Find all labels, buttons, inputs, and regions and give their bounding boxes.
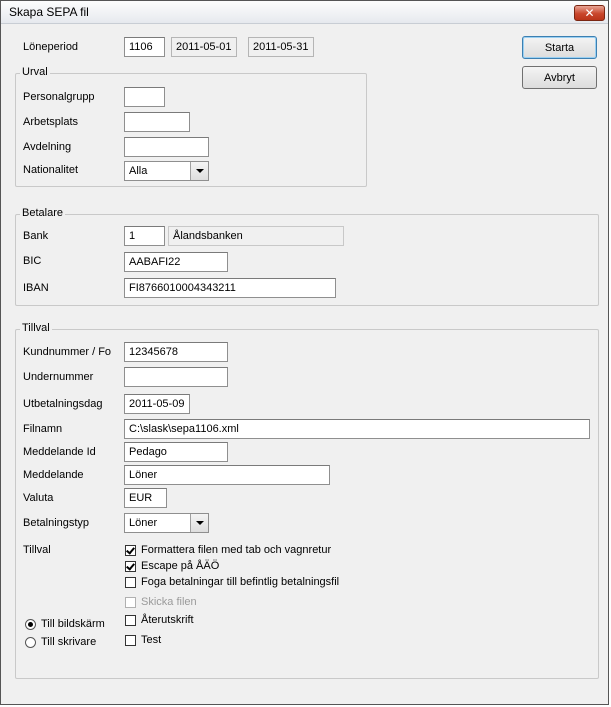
betalningstyp-select[interactable]: Löner bbox=[124, 513, 209, 533]
title-bar: Skapa SEPA fil ✕ bbox=[1, 1, 608, 24]
chevron-down-icon[interactable] bbox=[190, 162, 208, 180]
tillval-legend: Tillval bbox=[20, 322, 52, 334]
undernummer-input[interactable] bbox=[124, 367, 228, 387]
iban-label: IBAN bbox=[23, 282, 49, 294]
checkbox-test-label[interactable]: Test bbox=[141, 634, 161, 646]
personalgrupp-label: Personalgrupp bbox=[23, 91, 95, 103]
utbetalningsdag-label: Utbetalningsdag bbox=[23, 398, 103, 410]
avdelning-input[interactable] bbox=[124, 137, 209, 157]
bank-input[interactable]: 1 bbox=[124, 226, 165, 246]
checkbox-formattera-label[interactable]: Formattera filen med tab och vagnretur bbox=[141, 544, 331, 556]
loneperiod-input[interactable]: 1106 bbox=[124, 37, 165, 57]
checkbox-escape-label[interactable]: Escape på ÅÄÖ bbox=[141, 560, 219, 572]
radio-till-skrivare[interactable] bbox=[25, 637, 36, 648]
meddelande-id-label: Meddelande Id bbox=[23, 446, 96, 458]
start-button[interactable]: Starta bbox=[522, 36, 597, 59]
dialog-window: Skapa SEPA fil ✕ Löneperiod 1106 2011-05… bbox=[0, 0, 609, 705]
checkbox-aterutskrift[interactable] bbox=[125, 615, 136, 626]
checkbox-formattera[interactable] bbox=[125, 545, 136, 556]
period-to-date: 2011-05-31 bbox=[248, 37, 314, 57]
personalgrupp-input[interactable] bbox=[124, 87, 165, 107]
utbetalningsdag-input[interactable]: 2011-05-09 bbox=[124, 394, 190, 414]
undernummer-label: Undernummer bbox=[23, 371, 94, 383]
bic-label: BIC bbox=[23, 255, 42, 267]
checkbox-test[interactable] bbox=[125, 635, 136, 646]
tillval-options-label: Tillval bbox=[23, 544, 51, 556]
meddelande-id-input[interactable]: Pedago bbox=[124, 442, 228, 462]
bic-input[interactable]: AABAFI22 bbox=[124, 252, 228, 272]
checkbox-escape[interactable] bbox=[125, 561, 136, 572]
valuta-input[interactable]: EUR bbox=[124, 488, 167, 508]
checkbox-skicka bbox=[125, 597, 136, 608]
cancel-button[interactable]: Avbryt bbox=[522, 66, 597, 89]
nationalitet-value: Alla bbox=[129, 165, 148, 177]
kundnummer-label: Kundnummer / Fo bbox=[23, 346, 112, 358]
betalningstyp-value: Löner bbox=[129, 517, 158, 529]
checkbox-skicka-label: Skicka filen bbox=[141, 596, 197, 608]
chevron-down-icon[interactable] bbox=[190, 514, 208, 532]
valuta-label: Valuta bbox=[23, 492, 54, 504]
radio-till-bildskarm[interactable] bbox=[25, 619, 36, 630]
window-title: Skapa SEPA fil bbox=[9, 5, 89, 19]
iban-input[interactable]: FI8766010004343211 bbox=[124, 278, 336, 298]
radio-till-skrivare-label[interactable]: Till skrivare bbox=[41, 636, 96, 648]
nationalitet-select[interactable]: Alla bbox=[124, 161, 209, 181]
avdelning-label: Avdelning bbox=[23, 141, 72, 153]
urval-legend: Urval bbox=[20, 66, 50, 78]
checkbox-foga[interactable] bbox=[125, 577, 136, 588]
filnamn-input[interactable]: C:\slask\sepa1106.xml bbox=[124, 419, 590, 439]
filnamn-label: Filnamn bbox=[23, 423, 63, 435]
radio-till-bildskarm-label[interactable]: Till bildskärm bbox=[41, 618, 105, 630]
betalare-legend: Betalare bbox=[20, 207, 65, 219]
kundnummer-input[interactable]: 12345678 bbox=[124, 342, 228, 362]
close-button[interactable]: ✕ bbox=[574, 5, 605, 21]
checkbox-aterutskrift-label[interactable]: Återutskrift bbox=[141, 614, 194, 626]
loneperiod-label: Löneperiod bbox=[23, 41, 79, 53]
period-from-date: 2011-05-01 bbox=[171, 37, 237, 57]
betalningstyp-label: Betalningstyp bbox=[23, 517, 90, 529]
bank-name: Ålandsbanken bbox=[168, 226, 344, 246]
arbetsplats-input[interactable] bbox=[124, 112, 190, 132]
bank-label: Bank bbox=[23, 230, 49, 242]
meddelande-input[interactable]: Löner bbox=[124, 465, 330, 485]
nationalitet-label: Nationalitet bbox=[23, 164, 79, 176]
close-icon: ✕ bbox=[584, 6, 595, 20]
meddelande-label: Meddelande bbox=[23, 469, 84, 481]
checkbox-foga-label[interactable]: Foga betalningar till befintlig betalnin… bbox=[141, 576, 339, 588]
arbetsplats-label: Arbetsplats bbox=[23, 116, 79, 128]
